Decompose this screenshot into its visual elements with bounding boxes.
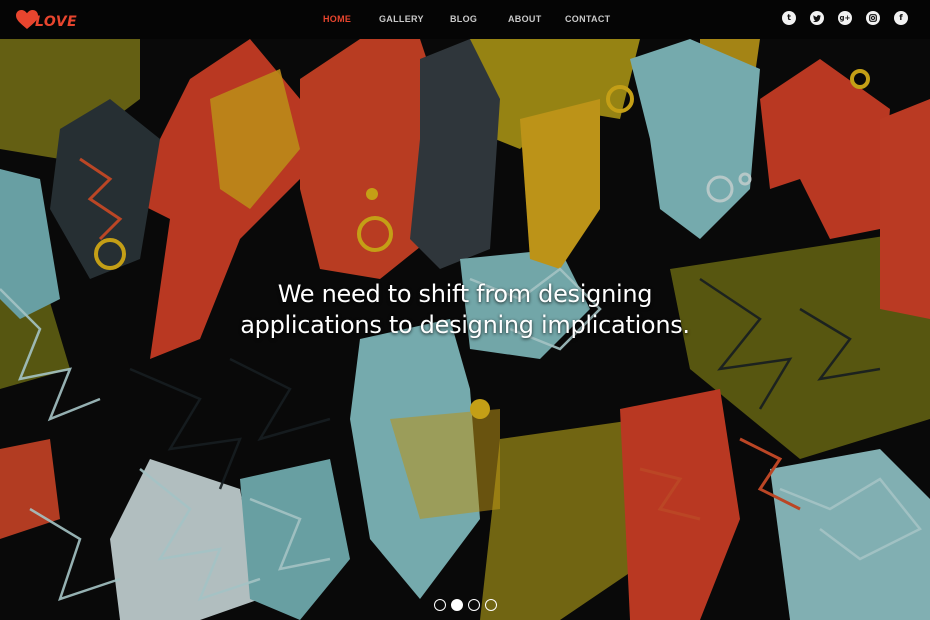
nav-about[interactable]: ABOUT [508, 14, 542, 24]
top-navbar: LOVE HOME GALLERY BLOG ABOUT CONTACT t g… [0, 0, 930, 39]
facebook-icon[interactable]: f [894, 11, 908, 25]
tumblr-icon[interactable]: t [782, 11, 796, 25]
slider-pagination [434, 599, 497, 611]
nav-home[interactable]: HOME [323, 14, 351, 24]
hero-quote: We need to shift from designing applicat… [0, 279, 930, 341]
slide-dot-3[interactable] [468, 599, 480, 611]
nav-blog[interactable]: BLOG [450, 14, 477, 24]
hero-quote-line-1: We need to shift from designing [277, 280, 653, 308]
google-plus-icon[interactable]: g+ [838, 11, 852, 25]
nav-contact[interactable]: CONTACT [565, 14, 610, 24]
nav-gallery[interactable]: GALLERY [379, 14, 424, 24]
hero-quote-line-2: applications to designing implications. [240, 311, 690, 339]
twitter-icon[interactable] [810, 11, 824, 25]
slide-dot-4[interactable] [485, 599, 497, 611]
instagram-icon[interactable] [866, 11, 880, 25]
social-links: t g+ f [782, 11, 908, 25]
slide-dot-2[interactable] [451, 599, 463, 611]
hero-slider: We need to shift from designing applicat… [0, 39, 930, 620]
slide-dot-1[interactable] [434, 599, 446, 611]
